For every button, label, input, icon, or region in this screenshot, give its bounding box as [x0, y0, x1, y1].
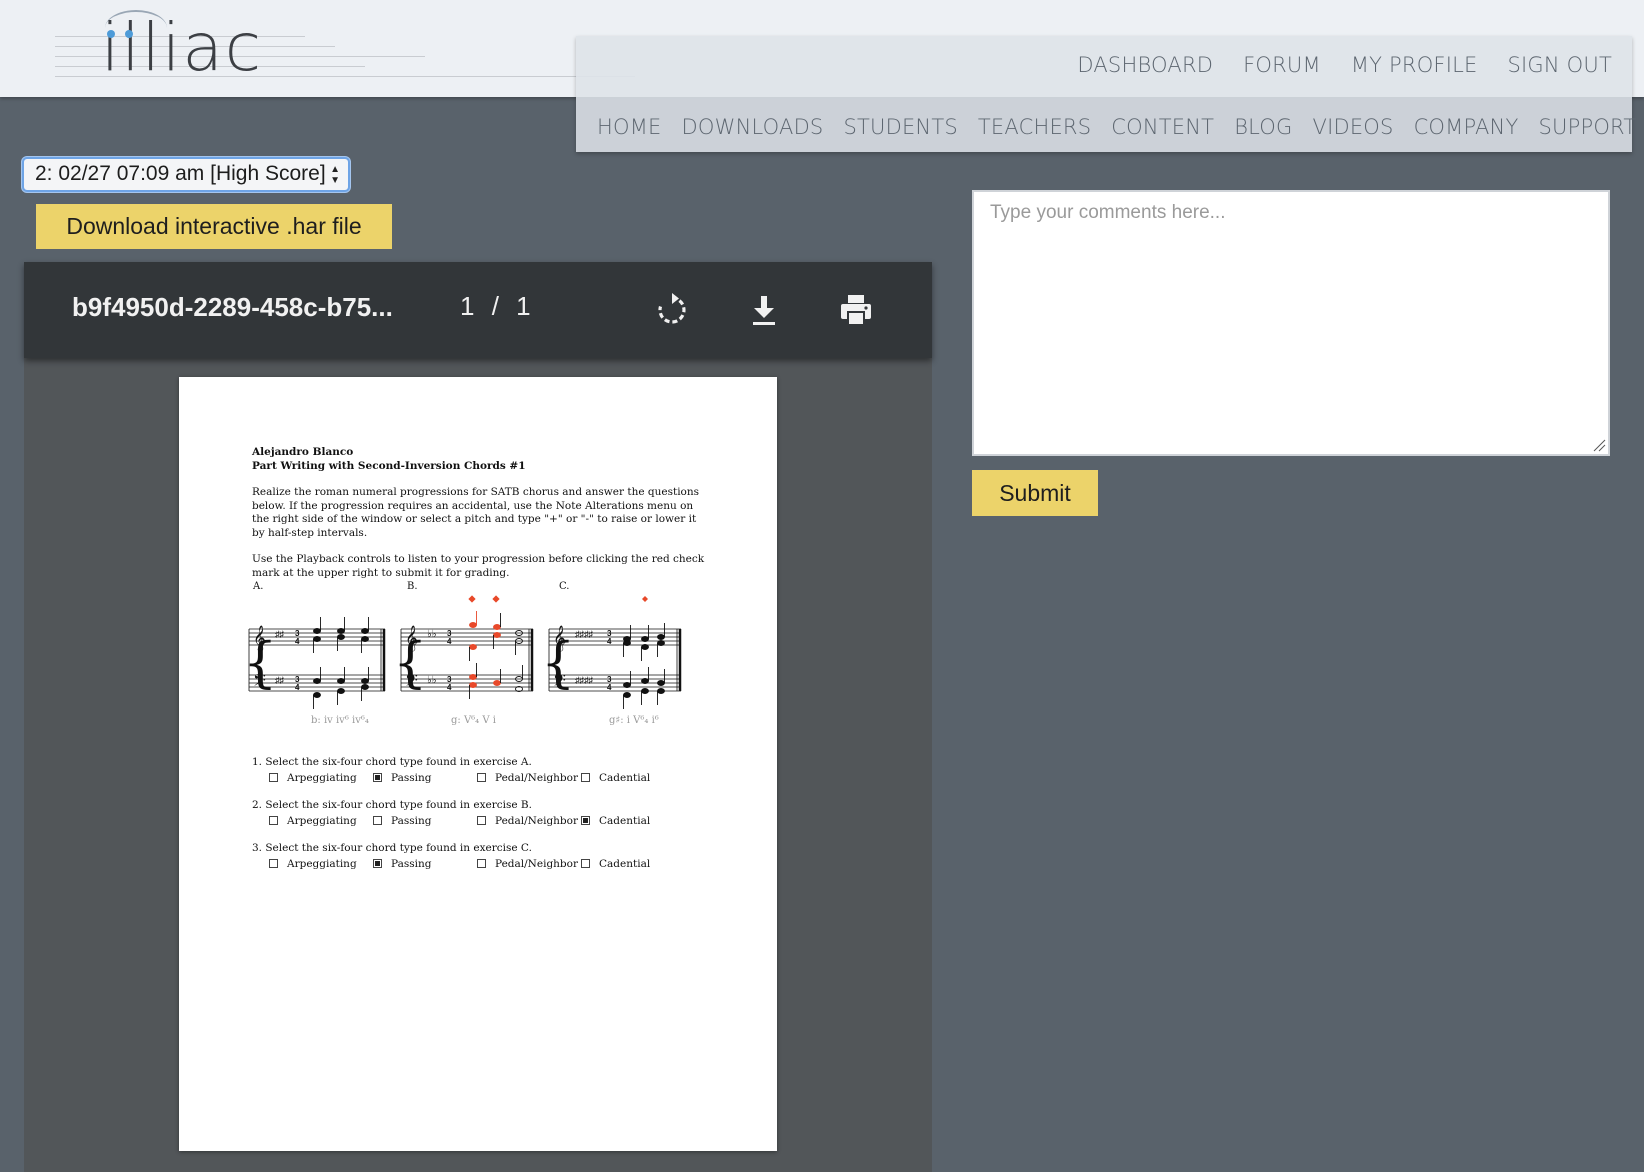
attempt-select-value: 2: 02/27 07:09 am [High Score] — [35, 162, 326, 185]
svg-text:4: 4 — [607, 683, 612, 692]
resize-grip-icon[interactable] — [1592, 438, 1606, 452]
nav-sign-out[interactable]: SIGN OUT — [1507, 44, 1612, 86]
exercise-label-b: B. — [407, 581, 418, 592]
exercise-label-c: C. — [559, 581, 569, 592]
nav-blog[interactable]: BLOG — [1234, 110, 1292, 144]
question-1: 1. Select the six-four chord type found … — [252, 756, 692, 784]
question-text: 3. Select the six-four chord type found … — [252, 842, 532, 854]
svg-text:♯♯♯♯: ♯♯♯♯ — [575, 675, 594, 685]
nav-content[interactable]: CONTENT — [1111, 110, 1214, 144]
option-arpeggiating[interactable]: Arpeggiating — [269, 771, 373, 784]
nav-dashboard[interactable]: DASHBOARD — [1077, 44, 1213, 86]
svg-text:𝄢: 𝄢 — [253, 672, 266, 694]
svg-text:♯♯: ♯♯ — [275, 675, 285, 685]
svg-text:♭♭: ♭♭ — [427, 675, 437, 686]
svg-text:𝄞: 𝄞 — [553, 625, 566, 651]
site-nav: HOME DOWNLOADS STUDENTS TEACHERS CONTENT… — [597, 110, 1636, 144]
question-2: 2. Select the six-four chord type found … — [252, 799, 692, 827]
exercise-label-a: A. — [252, 581, 263, 592]
page-separator: / — [491, 291, 499, 321]
option-pedal-neighbor[interactable]: Pedal/Neighbor — [477, 814, 581, 827]
svg-text:𝄢: 𝄢 — [405, 672, 418, 694]
option-cadential[interactable]: Cadential — [581, 814, 650, 827]
nav-forum[interactable]: FORUM — [1243, 44, 1321, 86]
page-total: 1 — [516, 291, 531, 321]
nav-downloads[interactable]: DOWNLOADS — [682, 110, 824, 144]
svg-text:♯♯♯♯: ♯♯♯♯ — [575, 629, 594, 639]
nav-videos[interactable]: VIDEOS — [1313, 110, 1394, 144]
svg-text:𝄞: 𝄞 — [253, 625, 266, 651]
option-passing[interactable]: Passing — [373, 771, 477, 784]
nav-company[interactable]: COMPANY — [1414, 110, 1519, 144]
select-arrows-icon: ▲ ▼ — [330, 164, 340, 186]
svg-text:♯♯: ♯♯ — [275, 629, 285, 639]
pdf-page-indicator: 1 / 1 — [460, 291, 531, 322]
option-passing[interactable]: Passing — [373, 814, 477, 827]
svg-text:4: 4 — [607, 637, 612, 646]
question-3: 3. Select the six-four chord type found … — [252, 842, 692, 870]
pdf-file-title: b9f4950d-2289-458c-b75... — [72, 292, 393, 322]
option-passing[interactable]: Passing — [373, 857, 477, 870]
nav-home[interactable]: HOME — [597, 110, 662, 144]
attempt-select[interactable]: 2: 02/27 07:09 am [High Score] ▲ ▼ — [22, 157, 350, 192]
option-cadential[interactable]: Cadential — [581, 857, 650, 870]
logo-dot — [125, 30, 133, 38]
submit-button[interactable]: Submit — [972, 470, 1098, 516]
analysis-b: g: V⁶₄ V i — [451, 715, 496, 726]
document-text: Alejandro Blanco Part Writing with Secon… — [252, 445, 712, 580]
print-icon[interactable] — [836, 290, 876, 330]
option-arpeggiating[interactable]: Arpeggiating — [269, 814, 373, 827]
svg-text:4: 4 — [447, 683, 452, 692]
svg-text:𝄢: 𝄢 — [553, 672, 566, 694]
download-icon[interactable] — [744, 290, 784, 330]
nav-my-profile[interactable]: MY PROFILE — [1351, 44, 1478, 86]
option-pedal-neighbor[interactable]: Pedal/Neighbor — [477, 771, 581, 784]
svg-text:4: 4 — [295, 683, 300, 692]
logo-wordmark: illiac — [101, 9, 264, 86]
svg-text:𝄞: 𝄞 — [405, 625, 418, 651]
logo-dot — [107, 30, 115, 38]
comments-textarea[interactable] — [972, 190, 1610, 456]
option-pedal-neighbor[interactable]: Pedal/Neighbor — [477, 857, 581, 870]
option-cadential[interactable]: Cadential — [581, 771, 650, 784]
doc-instructions-2: Use the Playback controls to listen to y… — [252, 553, 705, 579]
svg-text:4: 4 — [447, 637, 452, 646]
analysis-c: g♯: i V⁶₄ i⁶ — [609, 715, 659, 726]
nav-support[interactable]: SUPPORT — [1539, 110, 1637, 144]
svg-text:♭♭: ♭♭ — [427, 629, 437, 640]
account-nav: DASHBOARD FORUM MY PROFILE SIGN OUT — [1077, 44, 1612, 86]
svg-text:4: 4 — [295, 637, 300, 646]
nav-students[interactable]: STUDENTS — [843, 110, 957, 144]
doc-instructions-1: Realize the roman numeral progressions f… — [252, 486, 700, 539]
main-navigation: DASHBOARD FORUM MY PROFILE SIGN OUT HOME… — [576, 36, 1636, 152]
page-current: 1 — [460, 291, 475, 321]
doc-author: Alejandro Blanco — [252, 446, 354, 458]
question-text: 1. Select the six-four chord type found … — [252, 756, 532, 768]
rotate-icon[interactable] — [652, 290, 692, 330]
pdf-page: Alejandro Blanco Part Writing with Secon… — [179, 377, 777, 1151]
download-har-button[interactable]: Download interactive .har file — [36, 204, 392, 249]
music-exercises: A. B. C. { 𝄞 𝄢 ♯♯ ♯♯ 34 34 b: iv iv⁶ iv⁶… — [243, 581, 682, 726]
illiac-logo[interactable]: illiac — [55, 6, 655, 94]
nav-teachers[interactable]: TEACHERS — [978, 110, 1091, 144]
pdf-viewer: b9f4950d-2289-458c-b75... 1 / 1 Alejandr… — [24, 262, 932, 1172]
analysis-a: b: iv iv⁶ iv⁶₄ — [311, 715, 369, 726]
doc-title: Part Writing with Second-Inversion Chord… — [252, 460, 526, 472]
option-arpeggiating[interactable]: Arpeggiating — [269, 857, 373, 870]
question-text: 2. Select the six-four chord type found … — [252, 799, 532, 811]
questions-list: 1. Select the six-four chord type found … — [252, 756, 692, 885]
pdf-toolbar: b9f4950d-2289-458c-b75... 1 / 1 — [24, 262, 932, 358]
